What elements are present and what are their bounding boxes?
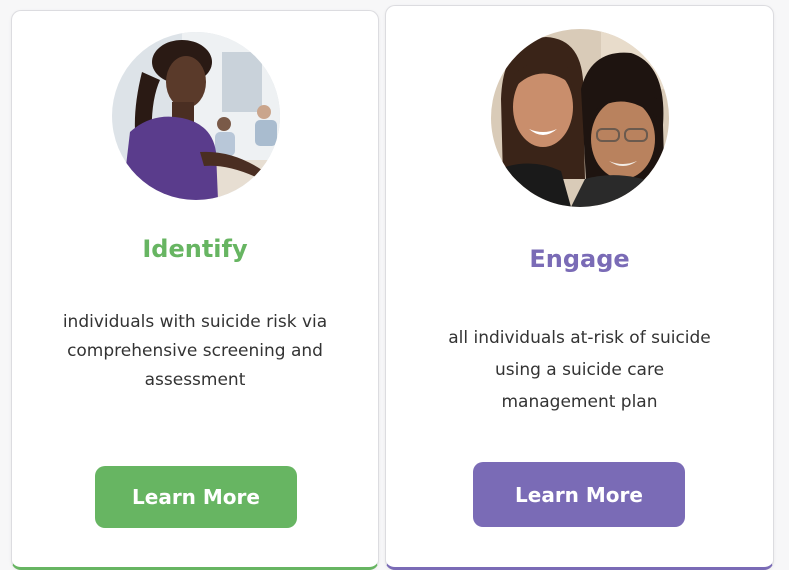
- learn-more-button[interactable]: Learn More: [473, 462, 685, 527]
- page: Identify individuals with suicide risk v…: [0, 0, 789, 570]
- identify-card: Identify individuals with suicide risk v…: [11, 10, 379, 570]
- nurse-photo: [112, 32, 280, 200]
- learn-more-button[interactable]: Learn More: [95, 466, 297, 528]
- engage-card: Engage all individuals at-risk of suicid…: [385, 5, 774, 570]
- card-title: Engage: [529, 245, 630, 273]
- card-title: Identify: [142, 235, 248, 263]
- two-women-photo: [491, 29, 669, 207]
- card-description: all individuals at-risk of suicide using…: [448, 328, 711, 412]
- card-description: individuals with suicide risk via compre…: [62, 312, 328, 390]
